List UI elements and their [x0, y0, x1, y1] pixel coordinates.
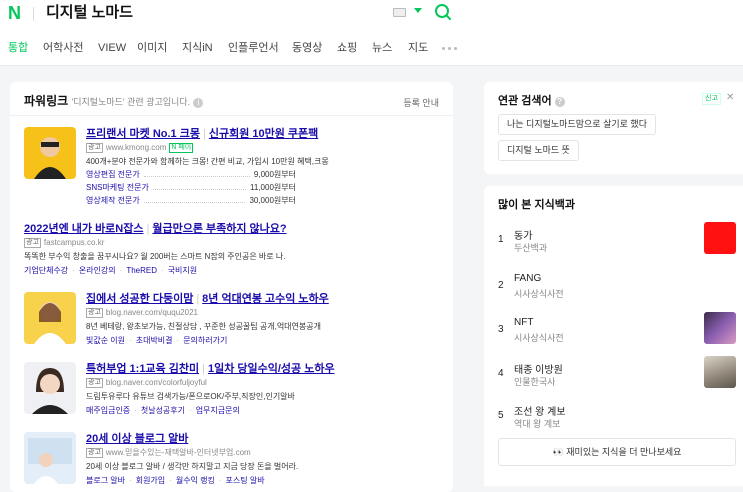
- search-input[interactable]: 디지털 노마드: [46, 3, 133, 23]
- ad-sublinks[interactable]: 매주입금인증 · 첫날성공후기 · 업무지금문의: [86, 405, 446, 417]
- ad-description: 400개+분야 전문가와 함께하는 크몽! 간편 비교, 가입시 10만원 혜택…: [86, 157, 329, 166]
- ad-url[interactable]: 광고 fastcampus.co.kr: [24, 237, 444, 249]
- knowledge-thumbnail: [704, 312, 736, 344]
- caret-down-icon[interactable]: [414, 8, 422, 13]
- price-row[interactable]: 영상제작 전문가 30,000원부터: [86, 194, 296, 207]
- ad-sublinks[interactable]: 기업단체수강 · 온라인강의 · TheRED · 국비지원: [24, 265, 444, 277]
- ad-url[interactable]: 광고 www.kmong.com N 페이: [86, 142, 446, 154]
- ad-title[interactable]: 특허부업 1:1교육 김찬미 | 1일차 당일수익/성공 노하우: [86, 362, 446, 376]
- popular-knowledge-panel: 많이 본 지식백과 1 동가 두산백과 2 FANG 시사상식사전 3 NFT …: [484, 186, 743, 486]
- search-icon[interactable]: [434, 3, 452, 21]
- knowledge-name: 태종 이방원: [514, 365, 563, 376]
- ad-item: 집에서 성공한 다둥이맘 | 8년 억대연봉 고수익 노하우 광고 blog.nave…: [24, 292, 444, 348]
- keyboard-icon[interactable]: [393, 8, 406, 17]
- related-searches-panel: 연관 검색어 ? 신고 ✕ 나는 디지털노마드맘으로 살기로 했다 디지털 노마…: [484, 82, 743, 174]
- ad-url[interactable]: 광고 blog.naver.com/colorfuljoyful: [86, 377, 446, 389]
- ad-title[interactable]: 집에서 성공한 다둥이맘 | 8년 억대연봉 고수익 노하우: [86, 292, 446, 306]
- report-tag[interactable]: 신고: [702, 93, 721, 105]
- tab-view[interactable]: VIEW: [98, 41, 126, 55]
- related-chip[interactable]: 디지털 노마드 뜻: [498, 140, 579, 161]
- knowledge-thumbnail: [704, 356, 736, 388]
- naver-logo[interactable]: N: [8, 3, 26, 23]
- knowledge-rank: 4: [498, 368, 504, 379]
- search-header: N 디지털 노마드: [0, 0, 743, 30]
- knowledge-title: 많이 본 지식백과: [498, 199, 575, 211]
- ad-description: 20세 이상 블로그 알바 / 생각만 하지말고 지금 당장 돈을 벌어라.: [86, 462, 299, 471]
- ad-thumbnail[interactable]: [24, 127, 76, 179]
- ad-item: 프리랜서 마켓 No.1 크몽 | 신규회원 10만원 쿠폰팩 광고 www.kmon…: [24, 127, 446, 205]
- ad-item: 20세 이상 블로그 알바 광고 www.믿을수있는-재택알바-인터넷부업.com…: [24, 432, 444, 488]
- divider: [10, 115, 453, 116]
- knowledge-name: 동가: [514, 231, 533, 242]
- knowledge-rank: 3: [498, 324, 504, 335]
- tab-dictionary[interactable]: 어학사전: [43, 41, 83, 55]
- ad-description: 드림투유루다 유튜브 검색가능/폰으로OK/주부,직장인,인기알바: [86, 392, 295, 401]
- info-icon[interactable]: ?: [554, 97, 565, 107]
- ad-thumbnail[interactable]: [24, 432, 76, 484]
- ad-thumbnail[interactable]: [24, 362, 76, 414]
- related-chip[interactable]: 나는 디지털노마드맘으로 살기로 했다: [498, 114, 656, 135]
- price-row[interactable]: 영상편집 전문가 9,000원부터: [86, 168, 296, 181]
- powerlink-title: 파워링크: [24, 94, 69, 108]
- knowledge-item[interactable]: 2 FANG 시사상식사전: [484, 268, 743, 313]
- tab-influencer[interactable]: 인플루언서: [228, 41, 279, 55]
- price-row[interactable]: SNS마케팅 전문가 11,000원부터: [86, 181, 296, 194]
- knowledge-rank: 2: [498, 280, 504, 291]
- more-tabs-icon[interactable]: [442, 47, 457, 50]
- tab-map[interactable]: 지도: [408, 41, 428, 55]
- knowledge-name: 조선 왕 계보: [514, 407, 566, 418]
- ad-description: 똑똑한 부수익 창출을 꿈꾸시나요? 월 200버는 스마트 N잡의 주인공은 …: [24, 252, 286, 261]
- ad-url[interactable]: 광고 blog.naver.com/ququ2021: [86, 307, 446, 319]
- ad-description: 8년 베테랑, 왕초보가능, 친절상담 , 꾸준한 성공꿀팁 공개,억대연봉공개: [86, 322, 321, 331]
- tab-image[interactable]: 이미지: [137, 41, 167, 55]
- related-title: 연관 검색어 ?: [498, 92, 565, 108]
- ad-thumbnail[interactable]: [24, 292, 76, 344]
- knowledge-rank: 5: [498, 410, 504, 421]
- knowledge-source: 두산백과: [514, 243, 548, 253]
- npay-badge: N 페이: [169, 143, 194, 153]
- ad-url[interactable]: 광고 www.믿을수있는-재택알바-인터넷부업.com: [86, 447, 446, 459]
- eyes-icon: 👀: [552, 447, 564, 457]
- tab-video[interactable]: 동영상: [292, 41, 322, 55]
- knowledge-name: NFT: [514, 317, 534, 328]
- knowledge-item[interactable]: 1 동가 두산백과: [484, 222, 743, 269]
- tab-shopping[interactable]: 쇼핑: [337, 41, 357, 55]
- knowledge-thumbnail: [704, 222, 736, 254]
- ad-sublinks[interactable]: 빛값순 이원 · 초대박비결 · 문의하러가기: [86, 335, 446, 347]
- search-tabs: 통합 어학사전 VIEW 이미지 지식iN 인플루언서 동영상 쇼핑 뉴스 지도: [0, 30, 743, 66]
- knowledge-source: 인물한국사: [514, 377, 556, 387]
- knowledge-item[interactable]: 3 NFT 시사상식사전: [484, 312, 743, 357]
- knowledge-item[interactable]: 4 태종 이방원 인물한국사: [484, 356, 743, 401]
- knowledge-source: 시사상식사전: [514, 333, 564, 343]
- powerlink-panel: 파워링크 '디지털노마드' 관련 광고입니다. i 등록 안내 프리랜서 마켓 …: [10, 82, 453, 492]
- tab-news[interactable]: 뉴스: [372, 41, 392, 55]
- powerlink-subtitle: '디지털노마드' 관련 광고입니다.: [71, 97, 191, 107]
- info-icon[interactable]: i: [193, 98, 204, 108]
- ad-sublinks[interactable]: 블로그 알바 · 회원가입 · 월수익 랭킹 · 포스팅 알바: [86, 475, 446, 487]
- ad-item: 특허부업 1:1교육 김찬미 | 1일차 당일수익/성공 노하우 광고 blog.na…: [24, 362, 444, 418]
- tab-integrated[interactable]: 통합: [8, 41, 28, 55]
- close-icon[interactable]: ✕: [726, 92, 734, 103]
- tab-kin[interactable]: 지식iN: [182, 41, 213, 55]
- ad-register-guide-link[interactable]: 등록 안내: [403, 96, 439, 109]
- ad-item: 2022년엔 내가 바로N잡스 | 월급만으론 부족하지 않나요? 광고 fastca…: [24, 222, 444, 280]
- ad-title[interactable]: 프리랜서 마켓 No.1 크몽 | 신규회원 10만원 쿠폰팩: [86, 127, 446, 141]
- header-divider: [33, 7, 34, 21]
- ad-title[interactable]: 20세 이상 블로그 알바: [86, 432, 446, 446]
- more-knowledge-button[interactable]: 👀 재미있는 지식을 더 만나보세요: [498, 438, 736, 466]
- knowledge-name: FANG: [514, 273, 542, 284]
- knowledge-source: 시사상식사전: [514, 289, 564, 299]
- knowledge-rank: 1: [498, 234, 504, 245]
- knowledge-source: 역대 왕 계보: [514, 419, 561, 429]
- powerlink-header: 파워링크 '디지털노마드' 관련 광고입니다. i: [24, 94, 204, 109]
- ad-title[interactable]: 2022년엔 내가 바로N잡스 | 월급만으론 부족하지 않나요?: [24, 222, 444, 236]
